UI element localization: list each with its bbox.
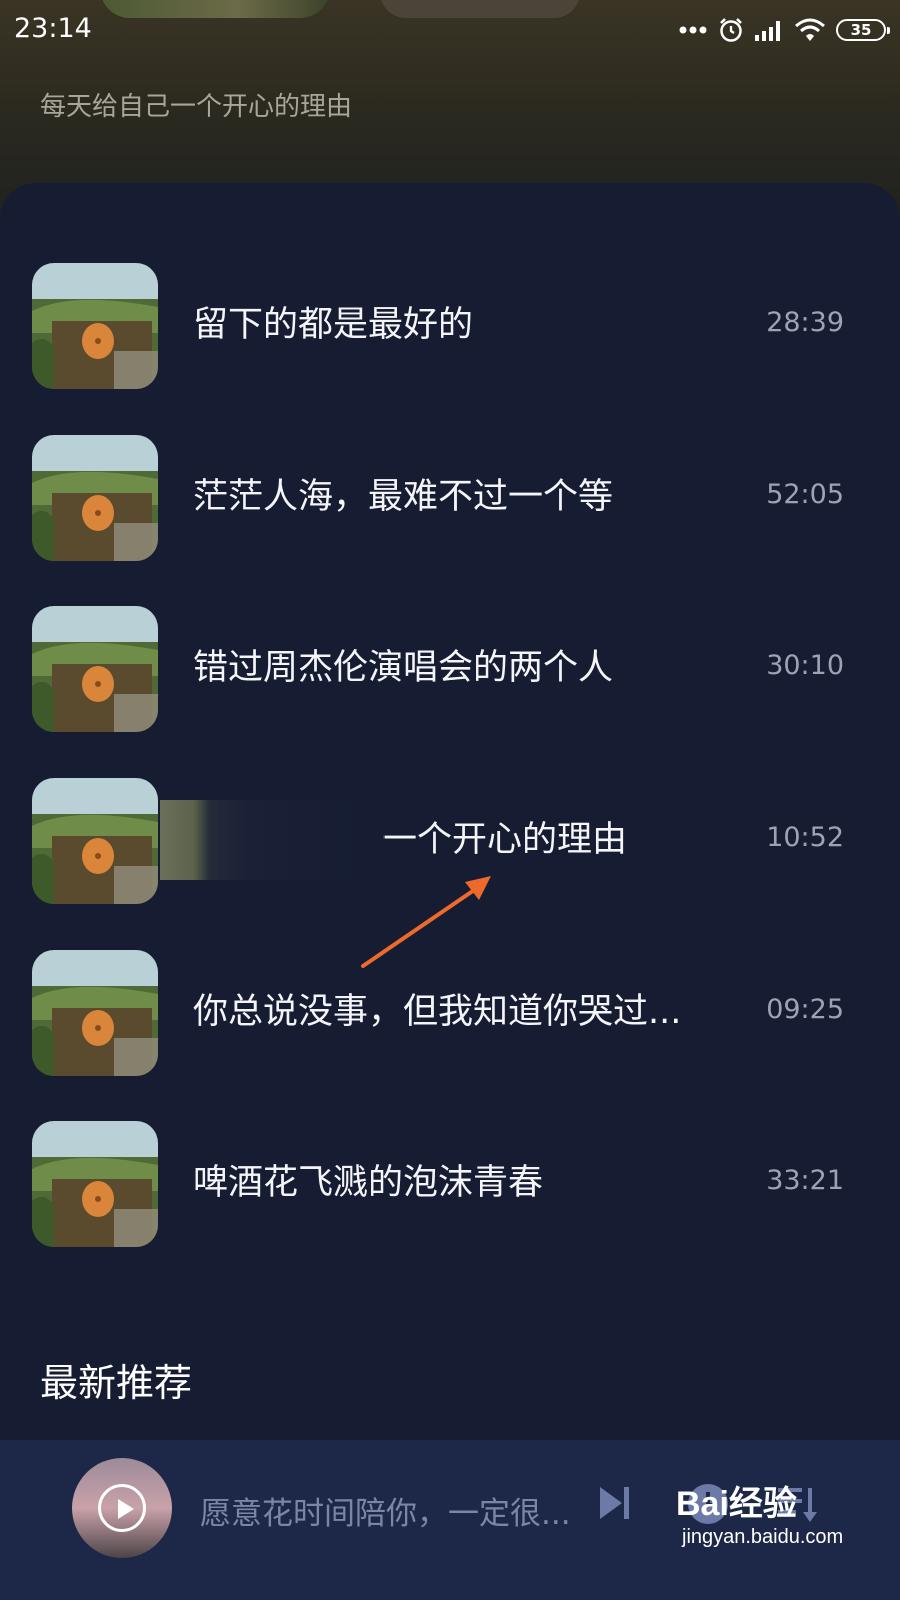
alarm-icon — [720, 18, 742, 42]
annotation-arrow — [361, 876, 491, 968]
track-row[interactable]: 留下的都是最好的 28:39 — [0, 263, 900, 389]
battery-icon: 35 — [836, 19, 890, 41]
watermark-logo: Bai经验 — [676, 1485, 797, 1523]
status-icons: 35 — [678, 14, 890, 46]
track-title[interactable]: 一个开心的理由 — [382, 816, 742, 864]
status-bar: 23:14 35 — [0, 0, 900, 62]
now-playing-cover[interactable] — [72, 1458, 172, 1558]
track-row[interactable]: 啤酒花飞溅的泡沫青春 33:21 — [0, 1121, 900, 1247]
track-duration: 33:21 — [766, 1165, 844, 1196]
track-duration: 10:52 — [766, 822, 844, 853]
next-track-icon — [600, 1487, 629, 1519]
track-cover[interactable] — [32, 435, 158, 561]
track-title[interactable]: 错过周杰伦演唱会的两个人 — [193, 644, 738, 692]
latest-recommendations-title: 最新推荐 — [40, 1361, 193, 1405]
track-list-panel: 留下的都是最好的 28:39 茫茫人海，最难不过一个等 52:05 错过周杰伦演唱会的两… — [0, 183, 900, 1443]
now-playing-title[interactable]: 愿意花时间陪你，一定很... — [200, 1488, 571, 1533]
track-row[interactable]: 茫茫人海，最难不过一个等 52:05 — [0, 435, 900, 561]
track-duration: 52:05 — [766, 479, 844, 510]
baidu-jingyan-watermark: Bai经验 jingyan.baidu.com — [676, 1476, 886, 1586]
track-cover[interactable] — [32, 1121, 158, 1247]
track-title[interactable]: 留下的都是最好的 — [193, 301, 738, 349]
next-track-button[interactable] — [598, 1484, 632, 1522]
track-cover[interactable] — [32, 950, 158, 1076]
track-cover[interactable] — [32, 778, 158, 904]
track-title[interactable]: 你总说没事，但我知道你哭过... — [193, 988, 738, 1036]
track-title[interactable]: 啤酒花飞溅的泡沫青春 — [193, 1159, 738, 1207]
track-row[interactable]: 错过周杰伦演唱会的两个人 30:10 — [0, 606, 900, 732]
more-dots-icon — [679, 26, 707, 34]
track-duration: 09:25 — [766, 994, 844, 1025]
track-cover[interactable] — [32, 606, 158, 732]
track-duration: 28:39 — [766, 307, 844, 338]
redaction-blur — [160, 800, 385, 880]
signal-icon — [755, 21, 780, 41]
watermark-url: jingyan.baidu.com — [682, 1526, 844, 1548]
wifi-icon — [795, 18, 825, 41]
track-cover[interactable] — [32, 263, 158, 389]
play-icon[interactable] — [98, 1484, 146, 1532]
track-title[interactable]: 茫茫人海，最难不过一个等 — [193, 473, 738, 521]
track-duration: 30:10 — [766, 650, 844, 681]
status-time: 23:14 — [14, 13, 92, 44]
header-subtitle: 每天给自己一个开心的理由 — [40, 92, 353, 122]
